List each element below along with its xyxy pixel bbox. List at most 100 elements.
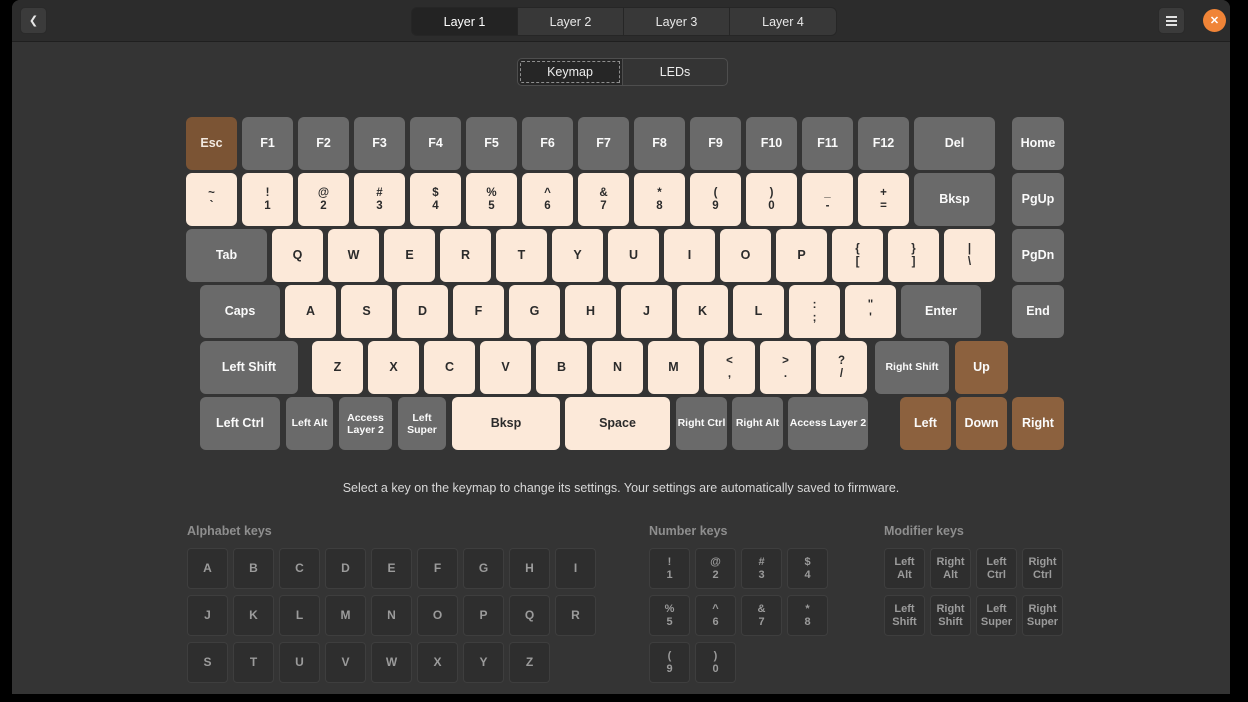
picker-key-e[interactable]: E — [371, 548, 412, 589]
picker-key-right-alt[interactable]: RightAlt — [930, 548, 971, 589]
key-pgup[interactable]: PgUp — [1012, 173, 1064, 226]
picker-key-q[interactable]: Q — [509, 595, 550, 636]
key-h[interactable]: H — [565, 285, 616, 338]
key-period[interactable]: >. — [760, 341, 811, 394]
picker-key-right-super[interactable]: RightSuper — [1022, 595, 1063, 636]
key-m[interactable]: M — [648, 341, 699, 394]
key-left[interactable]: Left — [900, 397, 951, 450]
key-f7[interactable]: F7 — [578, 117, 629, 170]
key-minus[interactable]: _- — [802, 173, 853, 226]
key-access-layer-2-right[interactable]: Access Layer 2 — [788, 397, 868, 450]
picker-key-left-alt[interactable]: LeftAlt — [884, 548, 925, 589]
key-down[interactable]: Down — [956, 397, 1007, 450]
key-y[interactable]: Y — [552, 229, 603, 282]
key-f1[interactable]: F1 — [242, 117, 293, 170]
picker-key-h[interactable]: H — [509, 548, 550, 589]
key-semicolon[interactable]: :; — [789, 285, 840, 338]
key-6[interactable]: ^6 — [522, 173, 573, 226]
key-access-layer-2-left[interactable]: AccessLayer 2 — [339, 397, 392, 450]
key-c[interactable]: C — [424, 341, 475, 394]
key-equals[interactable]: += — [858, 173, 909, 226]
key-pgdn[interactable]: PgDn — [1012, 229, 1064, 282]
key-b[interactable]: B — [536, 341, 587, 394]
picker-key-v[interactable]: V — [325, 642, 366, 683]
picker-key-left-ctrl[interactable]: LeftCtrl — [976, 548, 1017, 589]
picker-key-i[interactable]: I — [555, 548, 596, 589]
picker-key-7[interactable]: &7 — [741, 595, 782, 636]
picker-key-d[interactable]: D — [325, 548, 366, 589]
picker-key-left-shift[interactable]: LeftShift — [884, 595, 925, 636]
key-right-alt[interactable]: Right Alt — [732, 397, 783, 450]
key-w[interactable]: W — [328, 229, 379, 282]
key-4[interactable]: $4 — [410, 173, 461, 226]
picker-key-r[interactable]: R — [555, 595, 596, 636]
picker-key-o[interactable]: O — [417, 595, 458, 636]
picker-key-w[interactable]: W — [371, 642, 412, 683]
key-5[interactable]: %5 — [466, 173, 517, 226]
key-n[interactable]: N — [592, 341, 643, 394]
key-bracket-right[interactable]: }] — [888, 229, 939, 282]
picker-key-left-super[interactable]: LeftSuper — [976, 595, 1017, 636]
key-left-ctrl[interactable]: Left Ctrl — [200, 397, 280, 450]
key-f3[interactable]: F3 — [354, 117, 405, 170]
key-i[interactable]: I — [664, 229, 715, 282]
key-f9[interactable]: F9 — [690, 117, 741, 170]
key-f4[interactable]: F4 — [410, 117, 461, 170]
key-s[interactable]: S — [341, 285, 392, 338]
key-8[interactable]: *8 — [634, 173, 685, 226]
picker-key-p[interactable]: P — [463, 595, 504, 636]
key-right[interactable]: Right — [1012, 397, 1064, 450]
key-1[interactable]: !1 — [242, 173, 293, 226]
key-backslash[interactable]: |\ — [944, 229, 995, 282]
key-f2[interactable]: F2 — [298, 117, 349, 170]
key-caps[interactable]: Caps — [200, 285, 280, 338]
picker-key-9[interactable]: (9 — [649, 642, 690, 683]
picker-key-3[interactable]: #3 — [741, 548, 782, 589]
key-q[interactable]: Q — [272, 229, 323, 282]
picker-key-m[interactable]: M — [325, 595, 366, 636]
picker-key-2[interactable]: @2 — [695, 548, 736, 589]
key-del[interactable]: Del — [914, 117, 995, 170]
key-right-shift[interactable]: Right Shift — [875, 341, 949, 394]
key-3[interactable]: #3 — [354, 173, 405, 226]
key-j[interactable]: J — [621, 285, 672, 338]
key-f6[interactable]: F6 — [522, 117, 573, 170]
picker-key-t[interactable]: T — [233, 642, 274, 683]
key-p[interactable]: P — [776, 229, 827, 282]
key-bracket-left[interactable]: {[ — [832, 229, 883, 282]
key-bksp[interactable]: Bksp — [914, 173, 995, 226]
key-0[interactable]: )0 — [746, 173, 797, 226]
key-quote[interactable]: "' — [845, 285, 896, 338]
key-grave[interactable]: ~` — [186, 173, 237, 226]
picker-key-8[interactable]: *8 — [787, 595, 828, 636]
picker-key-1[interactable]: !1 — [649, 548, 690, 589]
key-f8[interactable]: F8 — [634, 117, 685, 170]
key-comma[interactable]: <, — [704, 341, 755, 394]
picker-key-s[interactable]: S — [187, 642, 228, 683]
picker-key-j[interactable]: J — [187, 595, 228, 636]
picker-key-5[interactable]: %5 — [649, 595, 690, 636]
key-f10[interactable]: F10 — [746, 117, 797, 170]
key-7[interactable]: &7 — [578, 173, 629, 226]
key-up[interactable]: Up — [955, 341, 1008, 394]
key-u[interactable]: U — [608, 229, 659, 282]
key-left-super[interactable]: LeftSuper — [398, 397, 446, 450]
key-left-shift[interactable]: Left Shift — [200, 341, 298, 394]
picker-key-0[interactable]: )0 — [695, 642, 736, 683]
key-2[interactable]: @2 — [298, 173, 349, 226]
key-t[interactable]: T — [496, 229, 547, 282]
key-k[interactable]: K — [677, 285, 728, 338]
key-bksp-center[interactable]: Bksp — [452, 397, 560, 450]
key-f[interactable]: F — [453, 285, 504, 338]
picker-key-n[interactable]: N — [371, 595, 412, 636]
key-a[interactable]: A — [285, 285, 336, 338]
key-l[interactable]: L — [733, 285, 784, 338]
picker-key-4[interactable]: $4 — [787, 548, 828, 589]
key-g[interactable]: G — [509, 285, 560, 338]
picker-key-c[interactable]: C — [279, 548, 320, 589]
key-slash[interactable]: ?/ — [816, 341, 867, 394]
picker-key-right-ctrl[interactable]: RightCtrl — [1022, 548, 1063, 589]
picker-key-b[interactable]: B — [233, 548, 274, 589]
key-tab[interactable]: Tab — [186, 229, 267, 282]
key-x[interactable]: X — [368, 341, 419, 394]
